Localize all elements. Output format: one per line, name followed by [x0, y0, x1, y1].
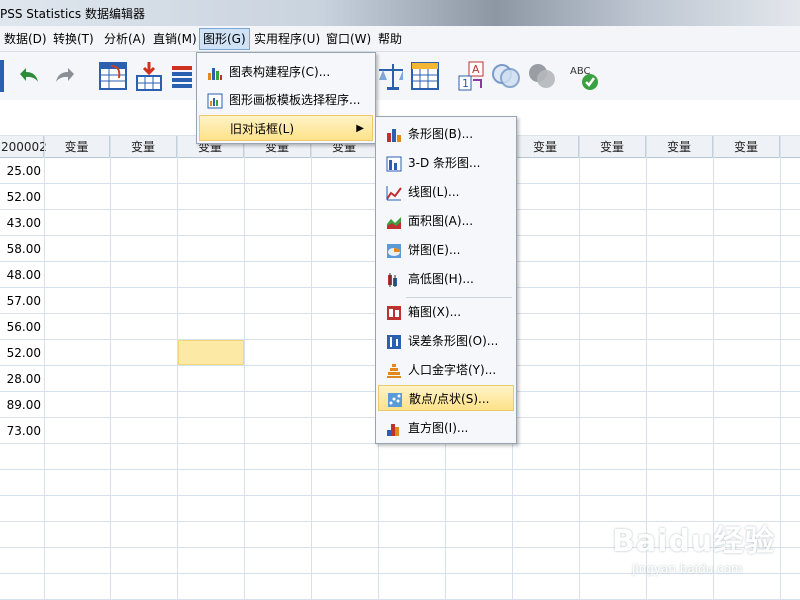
scatter-dot-icon — [387, 391, 403, 407]
menu-bar: 数据(D) 转换(T) 分析(A) 直销(M) 图形(G) 实用程序(U) 窗口… — [0, 26, 800, 52]
data-cell[interactable]: 58.00 — [0, 236, 44, 262]
menu-item-label: 箱图(X)... — [408, 305, 462, 319]
graphboard-template-icon — [207, 92, 223, 109]
watermark: Baidu经验 jingyan.baidu.com — [612, 516, 792, 586]
toolbar: A1 ABC — [0, 52, 800, 100]
submenu-arrow-icon: ▶ — [356, 123, 364, 134]
menu-item-scatter-dot[interactable]: 散点/点状(S)... — [378, 385, 514, 411]
column-header-var[interactable]: 变量 — [512, 136, 579, 158]
menu-item-label: 旧对话框(L) — [230, 122, 295, 136]
menu-item-legacy-dialogs[interactable]: 旧对话框(L) ▶ — [199, 115, 373, 141]
menu-item-histogram[interactable]: 直方图(I)... — [378, 415, 514, 441]
menu-item-area[interactable]: 面积图(A)... — [378, 208, 514, 234]
menu-analyze[interactable]: 分析(A) — [103, 31, 147, 49]
undo-icon[interactable] — [12, 60, 44, 92]
menu-help[interactable]: 帮助 — [377, 31, 403, 49]
menu-item-label: 高低图(H)... — [408, 272, 474, 286]
value-labels-icon[interactable] — [409, 60, 441, 92]
column-header-var[interactable]: 变量 — [646, 136, 713, 158]
weight-cases-icon[interactable] — [377, 60, 403, 92]
spelling-icon[interactable]: ABC — [568, 60, 600, 92]
title-bar: PSS Statistics 数据编辑器 — [0, 0, 800, 26]
menu-direct-marketing[interactable]: 直销(M) — [152, 31, 198, 49]
column-header-variable[interactable]: 200002 — [0, 136, 47, 158]
data-cell[interactable]: 57.00 — [0, 288, 44, 314]
menu-item-population-pyramid[interactable]: 人口金字塔(Y)... — [378, 357, 514, 383]
graphs-dropdown-menu: 图表构建程序(C)... 图形画板模板选择程序... 旧对话框(L) ▶ — [196, 52, 376, 144]
menu-item-label: 条形图(B)... — [408, 127, 474, 141]
pie-chart-icon — [386, 242, 402, 258]
window-title: PSS Statistics 数据编辑器 — [0, 7, 145, 21]
column-header-var[interactable]: 变量 — [110, 136, 177, 158]
split-file-icon[interactable]: A1 — [455, 60, 487, 92]
data-cell[interactable]: 56.00 — [0, 314, 44, 340]
menu-item-label: 面积图(A)... — [408, 214, 474, 228]
data-cell[interactable]: 52.00 — [0, 184, 44, 210]
column-header-var[interactable]: 变量 — [44, 136, 110, 158]
menu-item-graphboard-template[interactable]: 图形画板模板选择程序... — [199, 87, 373, 113]
menu-item-label: 线图(L)... — [408, 185, 460, 199]
watermark-url: jingyan.baidu.com — [632, 562, 743, 576]
menu-item-boxplot[interactable]: 箱图(X)... — [378, 299, 514, 325]
legacy-dialogs-submenu: 条形图(B)... 3-D 条形图... 线图(L)... 面积图(A)... … — [375, 116, 517, 444]
data-cell[interactable]: 89.00 — [0, 392, 44, 418]
high-low-chart-icon — [386, 271, 402, 287]
menu-item-line[interactable]: 线图(L)... — [378, 179, 514, 205]
menu-item-label: 人口金字塔(Y)... — [408, 363, 497, 377]
menu-window[interactable]: 窗口(W) — [325, 31, 372, 49]
population-pyramid-icon — [386, 362, 402, 378]
menu-item-label: 误差条形图(O)... — [408, 334, 499, 348]
data-cell[interactable]: 43.00 — [0, 210, 44, 236]
histogram-icon — [386, 420, 402, 436]
data-cell[interactable]: 73.00 — [0, 418, 44, 444]
chart-builder-icon — [207, 64, 223, 80]
bar-chart-icon — [386, 126, 402, 142]
menu-item-3d-bar[interactable]: 3-D 条形图... — [378, 150, 514, 176]
table-row — [0, 470, 800, 496]
svg-text:A: A — [472, 63, 480, 76]
menu-data[interactable]: 数据(D) — [3, 31, 48, 49]
data-cell[interactable]: 25.00 — [0, 158, 44, 184]
select-cases-icon[interactable] — [490, 60, 522, 92]
menu-item-label: 图形画板模板选择程序... — [229, 93, 361, 107]
insert-variable-icon[interactable] — [168, 60, 196, 92]
column-header-var[interactable]: 变量 — [713, 136, 780, 158]
selected-cell[interactable] — [178, 340, 244, 365]
line-chart-icon — [386, 184, 402, 201]
menu-transform[interactable]: 转换(T) — [52, 31, 95, 49]
toolbar-edge — [0, 60, 4, 92]
area-chart-icon — [386, 213, 402, 229]
data-cell[interactable]: 48.00 — [0, 262, 44, 288]
menu-graphs[interactable]: 图形(G) — [199, 28, 250, 50]
menu-item-high-low[interactable]: 高低图(H)... — [378, 266, 514, 292]
menu-item-chart-builder[interactable]: 图表构建程序(C)... — [199, 59, 373, 85]
svg-text:1: 1 — [462, 77, 469, 90]
goto-case-icon[interactable] — [97, 60, 129, 92]
table-row — [0, 444, 800, 470]
menu-item-label: 散点/点状(S)... — [409, 392, 490, 406]
menu-item-label: 直方图(I)... — [408, 421, 469, 435]
menu-item-bar[interactable]: 条形图(B)... — [378, 121, 514, 147]
use-sets-icon[interactable] — [526, 60, 558, 92]
3d-bar-chart-icon — [386, 155, 402, 172]
menu-item-label: 饼图(E)... — [408, 243, 461, 257]
watermark-logo: Baidu经验 — [612, 524, 776, 559]
insert-cases-icon[interactable] — [133, 60, 165, 92]
menu-item-label: 图表构建程序(C)... — [229, 65, 331, 79]
error-bar-icon — [386, 333, 402, 349]
redo-icon[interactable] — [50, 60, 82, 92]
menu-item-error-bar[interactable]: 误差条形图(O)... — [378, 328, 514, 354]
menu-item-label: 3-D 条形图... — [408, 156, 481, 170]
boxplot-icon — [386, 304, 402, 320]
column-header-var[interactable]: 变量 — [579, 136, 646, 158]
menu-item-pie[interactable]: 饼图(E)... — [378, 237, 514, 263]
data-cell[interactable]: 28.00 — [0, 366, 44, 392]
data-cell[interactable]: 52.00 — [0, 340, 44, 366]
menu-separator — [406, 297, 512, 298]
menu-utilities[interactable]: 实用程序(U) — [253, 31, 321, 49]
